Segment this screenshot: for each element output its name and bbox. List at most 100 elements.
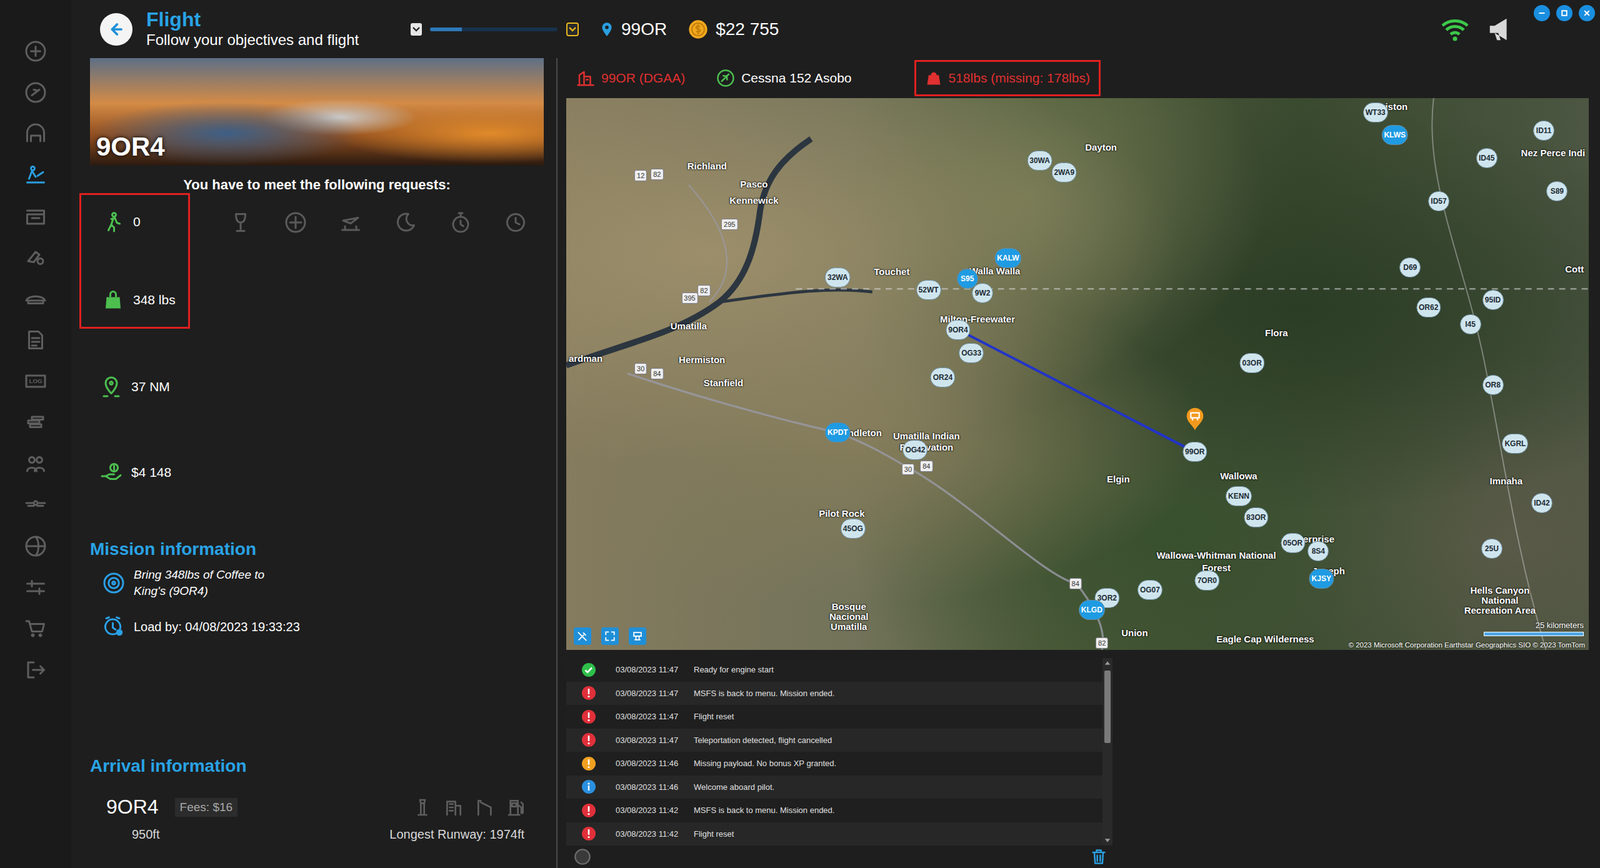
airport-pin[interactable]: 9W2 bbox=[971, 283, 994, 304]
mission-deadline: Load by: 04/08/2023 19:33:23 bbox=[90, 615, 544, 639]
airport-pin[interactable]: KALW bbox=[994, 248, 1022, 269]
sidebar-item[interactable] bbox=[13, 566, 58, 609]
airport-pin[interactable]: OR8 bbox=[1482, 375, 1504, 395]
close-button[interactable] bbox=[1578, 5, 1595, 22]
nav-icon bbox=[24, 246, 47, 269]
scroll-thumb[interactable] bbox=[1104, 670, 1111, 744]
mission-panel: 9OR4You have to meet the following reque… bbox=[71, 58, 557, 868]
airport-pin[interactable]: OG42 bbox=[902, 440, 928, 460]
log-row: 03/08/2023 11:46Missing payload. No bonu… bbox=[566, 751, 1103, 776]
airport-pin[interactable]: 7OR0 bbox=[1195, 570, 1220, 591]
map[interactable]: wistonRichlandPascoKennewickDaytonTouche… bbox=[566, 98, 1589, 650]
airport-pin[interactable]: D69 bbox=[1399, 257, 1421, 278]
airport-pin[interactable]: 30WA bbox=[1026, 150, 1053, 171]
airport-pin[interactable]: 03OR bbox=[1240, 353, 1265, 374]
airport-pin[interactable]: ID42 bbox=[1531, 493, 1553, 514]
sidebar-item[interactable] bbox=[13, 401, 58, 444]
nav-icon bbox=[24, 576, 47, 599]
log-message: Welcome aboard pilot. bbox=[693, 782, 775, 792]
airport-pin[interactable]: 8S4 bbox=[1307, 541, 1329, 562]
back-button[interactable] bbox=[100, 13, 133, 46]
sidebar-item[interactable] bbox=[13, 30, 58, 72]
sidebar-item[interactable] bbox=[13, 443, 58, 485]
mission-info-title: Mission information bbox=[90, 538, 544, 560]
airport-pin[interactable]: I45 bbox=[1460, 314, 1482, 335]
request-icon bbox=[229, 211, 252, 234]
sidebar-item[interactable] bbox=[13, 525, 58, 567]
nav-icon bbox=[24, 205, 47, 228]
log-time: 03/08/2023 11:47 bbox=[615, 688, 694, 699]
nav-icon bbox=[24, 163, 47, 187]
airport-pin[interactable]: 45OG bbox=[840, 518, 866, 539]
sidebar-item[interactable] bbox=[13, 649, 58, 691]
map-fullscreen-button[interactable] bbox=[601, 627, 619, 645]
fuel-flag-icon[interactable] bbox=[565, 21, 580, 38]
success-icon bbox=[581, 662, 597, 678]
maximize-button[interactable] bbox=[1556, 5, 1573, 22]
airport-pin[interactable]: 83OR bbox=[1243, 507, 1269, 528]
map-tools-button[interactable] bbox=[573, 627, 592, 645]
airport-pin[interactable]: KGRL bbox=[1501, 433, 1529, 454]
airport-pin[interactable]: KLGD bbox=[1078, 600, 1105, 620]
page-title: Flight bbox=[146, 8, 359, 31]
wifi-icon[interactable] bbox=[1440, 14, 1470, 45]
sidebar-item[interactable]: LOG bbox=[13, 360, 58, 402]
request-icon bbox=[394, 211, 417, 234]
airport-pin[interactable]: 05OR bbox=[1280, 533, 1305, 554]
airport-pin[interactable]: 99OR bbox=[1182, 441, 1207, 462]
sidebar-item[interactable] bbox=[13, 608, 58, 650]
flag-icon[interactable] bbox=[408, 21, 424, 38]
sidebar-item[interactable] bbox=[13, 236, 58, 279]
place-label: Umatilla bbox=[670, 320, 707, 330]
sidebar-item[interactable] bbox=[13, 71, 58, 114]
airport-pin[interactable]: OR24 bbox=[930, 367, 955, 388]
place-label: Hermiston bbox=[678, 354, 725, 364]
sidebar-item[interactable] bbox=[13, 195, 58, 237]
departure-icon bbox=[576, 68, 595, 88]
log-scrollbar[interactable] bbox=[1102, 658, 1113, 846]
sidebar-item[interactable] bbox=[13, 484, 58, 526]
airport-pin[interactable]: ID57 bbox=[1428, 191, 1450, 212]
airport-pin[interactable]: WT33 bbox=[1363, 102, 1389, 123]
airport-pin[interactable]: 25U bbox=[1481, 538, 1503, 559]
cargo-bag-icon bbox=[101, 288, 125, 312]
airport-pin[interactable]: 95ID bbox=[1482, 290, 1504, 310]
elevation: 950ft bbox=[131, 827, 160, 842]
airport-pin[interactable]: OR62 bbox=[1416, 297, 1441, 318]
airport-pin[interactable]: S89 bbox=[1546, 181, 1568, 202]
airport-pin[interactable]: OG07 bbox=[1137, 580, 1163, 600]
log-row: 03/08/2023 11:47Ready for engine start bbox=[566, 658, 1103, 682]
airport-pin[interactable]: 2WA9 bbox=[1051, 162, 1077, 183]
place-label: Flora bbox=[1265, 328, 1289, 338]
airport-pin[interactable]: KENN bbox=[1225, 486, 1252, 507]
sidebar-item[interactable] bbox=[13, 319, 58, 361]
requirements-row: 0348 lbs bbox=[90, 193, 544, 329]
airport-pin[interactable]: ID45 bbox=[1476, 148, 1498, 169]
location-pin-icon bbox=[598, 19, 615, 40]
scroll-down-icon[interactable] bbox=[1103, 835, 1112, 846]
airport-pin[interactable]: 9OR4 bbox=[945, 320, 970, 340]
warning-icon bbox=[581, 756, 597, 772]
road-shield: 295 bbox=[721, 218, 738, 230]
log-time: 03/08/2023 11:42 bbox=[615, 805, 694, 815]
record-icon[interactable] bbox=[573, 848, 592, 866]
airport-pin[interactable]: OG33 bbox=[958, 343, 984, 364]
sidebar-item[interactable] bbox=[13, 154, 58, 196]
airport-pin[interactable]: ID11 bbox=[1533, 120, 1555, 141]
airport-pin[interactable]: KLWS bbox=[1381, 125, 1409, 145]
nav-icon bbox=[24, 328, 47, 352]
minimize-button[interactable] bbox=[1533, 5, 1550, 22]
airport-pin[interactable]: KPDT bbox=[825, 422, 851, 443]
log-time: 03/08/2023 11:46 bbox=[615, 758, 694, 769]
sidebar-item[interactable] bbox=[13, 113, 58, 155]
map-airport-button[interactable] bbox=[628, 627, 647, 645]
megaphone-icon[interactable] bbox=[1486, 15, 1515, 44]
airport-pin[interactable]: 52WT bbox=[916, 280, 942, 300]
place-label: Hells Canyon bbox=[1470, 585, 1530, 595]
sidebar-item[interactable] bbox=[13, 278, 58, 320]
airport-pin[interactable]: 32WA bbox=[825, 267, 851, 288]
airport-pin[interactable]: KJSY bbox=[1309, 568, 1334, 589]
flight-column: 99OR (DGAA)Cessna 152 Asobo518lbs (missi… bbox=[556, 58, 1600, 868]
scroll-up-icon[interactable] bbox=[1103, 658, 1112, 669]
trash-icon[interactable] bbox=[1090, 848, 1108, 866]
